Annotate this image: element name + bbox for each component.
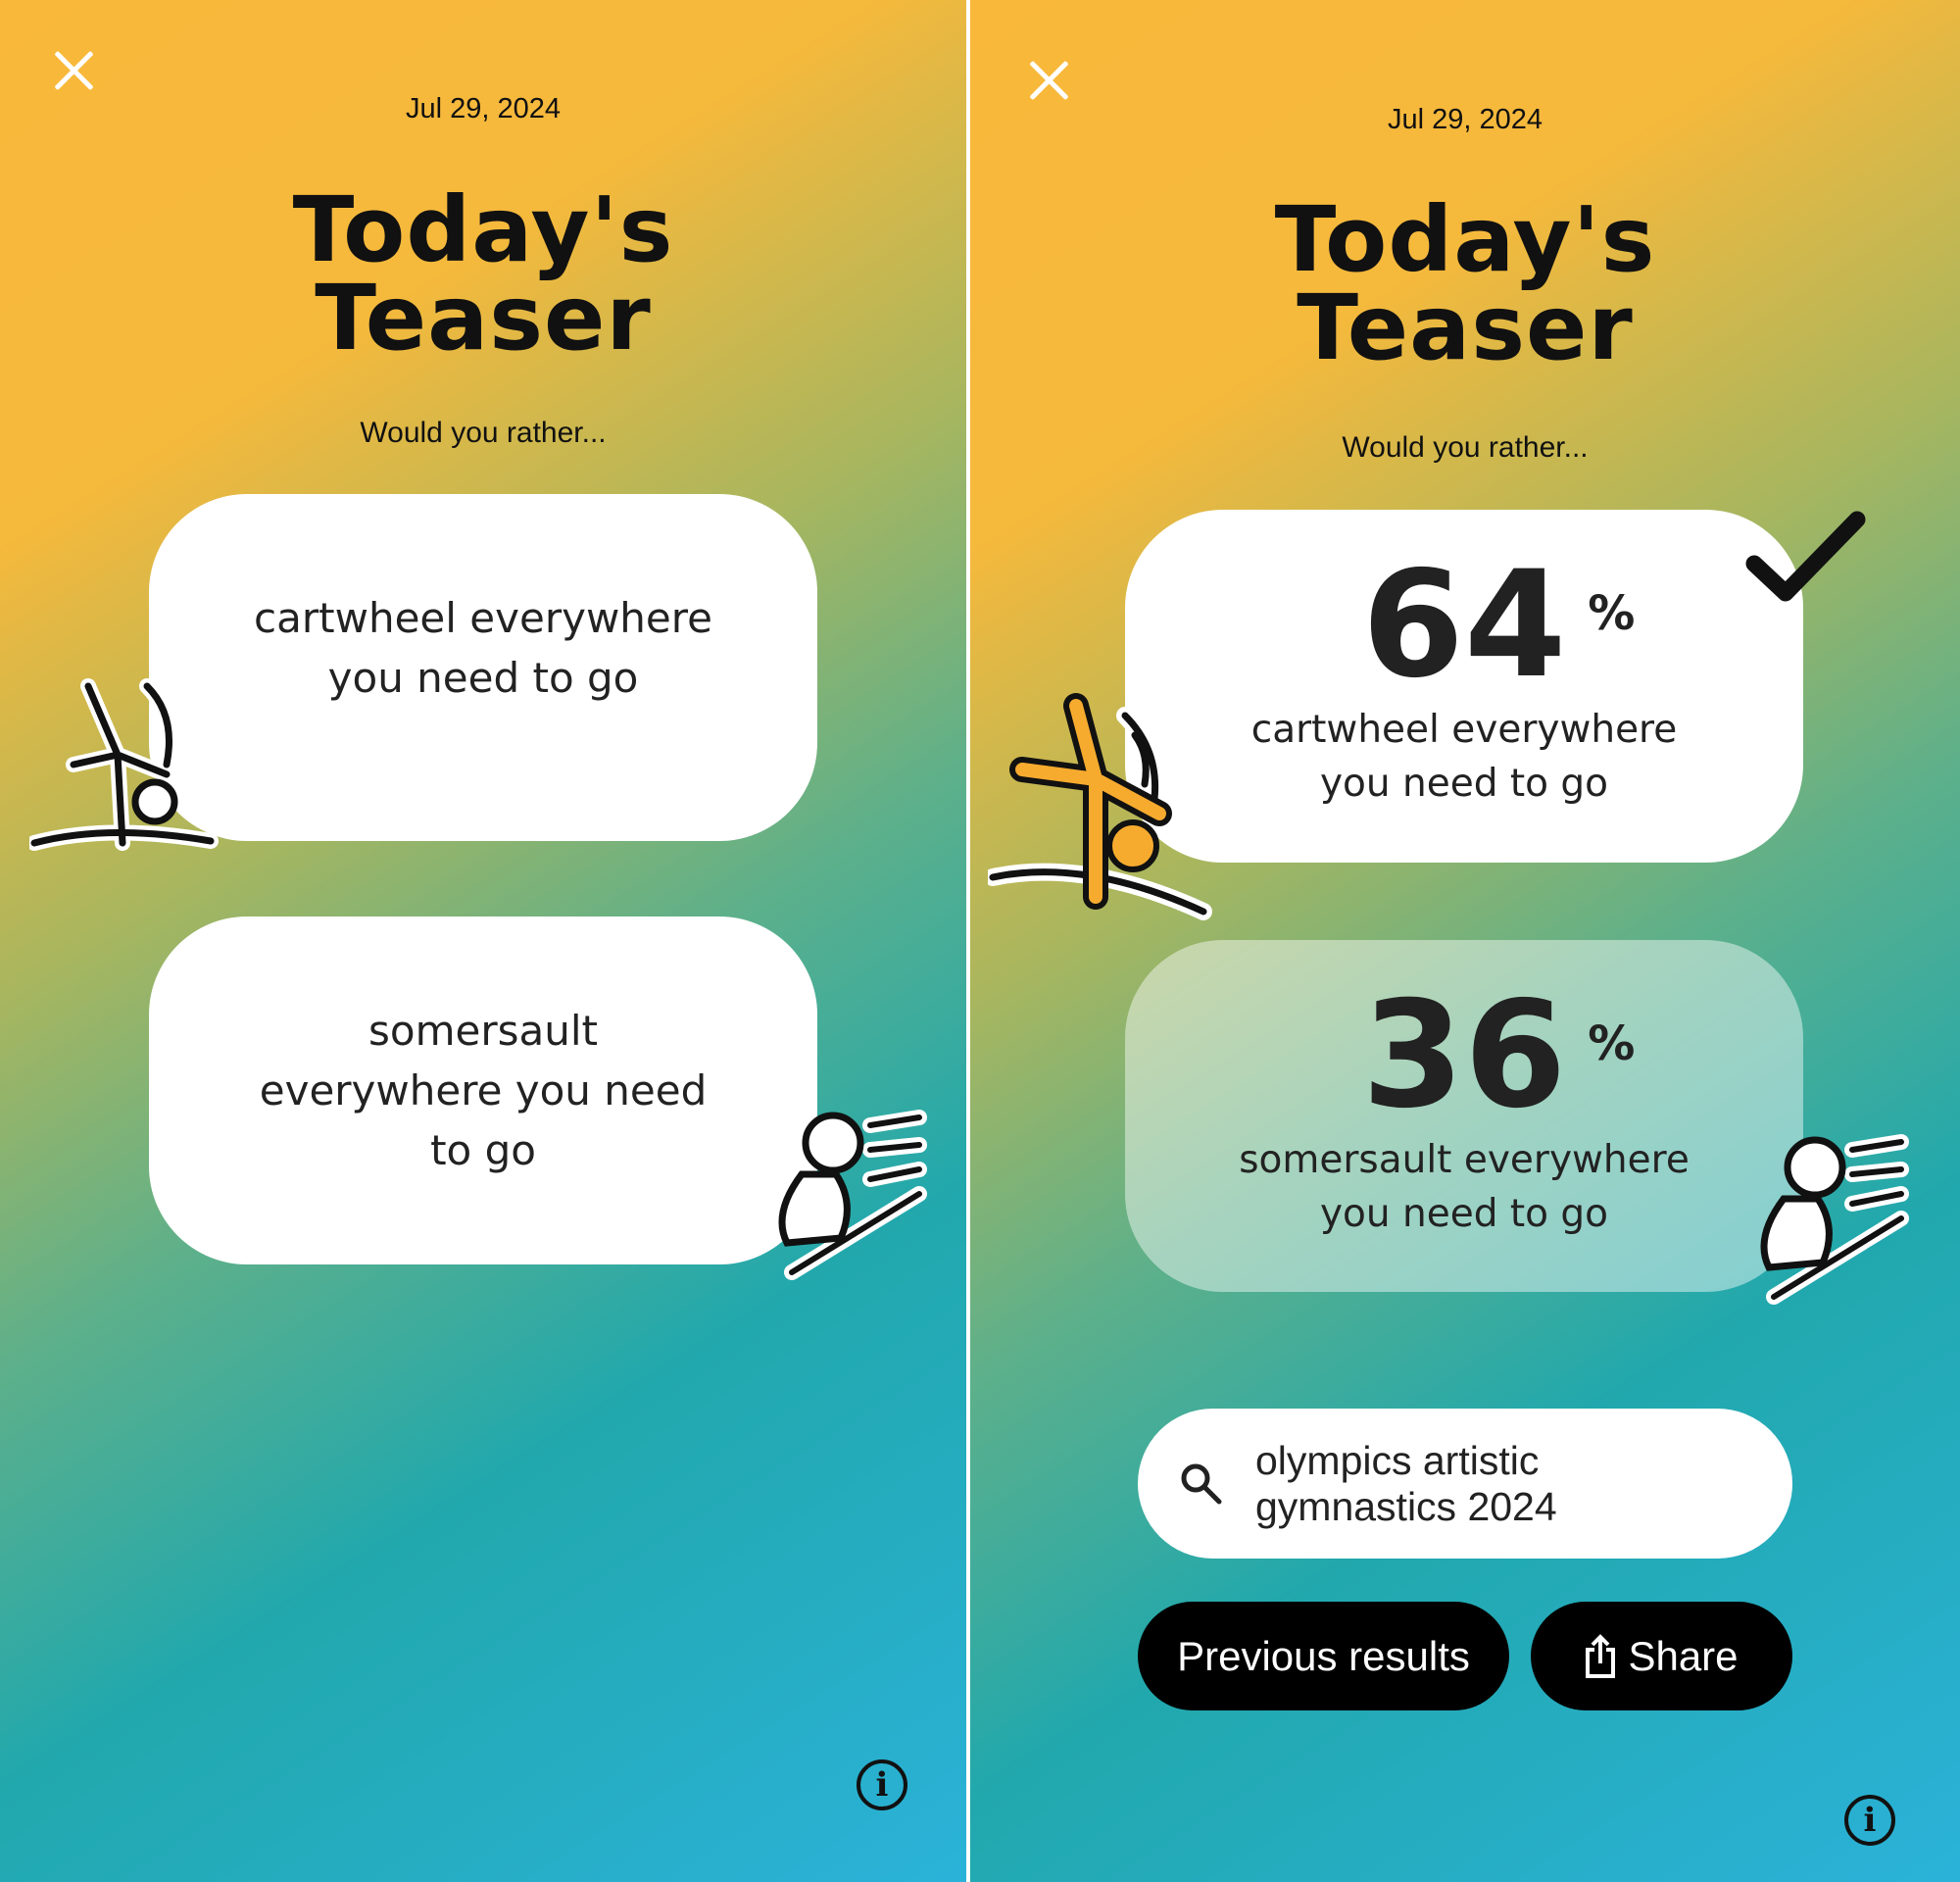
subtitle: Would you rather...: [360, 417, 607, 449]
info-icon[interactable]: i: [857, 1759, 907, 1810]
option-text: cartwheel everywhere: [254, 594, 712, 642]
search-suggestion-chip[interactable]: olympics artistic gymnastics 2024: [1138, 1409, 1792, 1559]
option-text: to go: [430, 1126, 536, 1174]
subtitle: Would you rather...: [1342, 431, 1589, 464]
info-icon[interactable]: i: [1844, 1795, 1895, 1846]
page-title: Today's Teaser: [292, 177, 674, 371]
date: Jul 29, 2024: [1387, 104, 1543, 135]
search-query: olympics artistic gymnastics 2024: [1255, 1437, 1557, 1529]
percent-value: 64%: [1361, 540, 1636, 711]
result-somersault: 36% somersault everywhere you need to go: [1125, 940, 1803, 1292]
previous-results-button[interactable]: Previous results: [1138, 1602, 1509, 1710]
option-text: somersault: [368, 1007, 598, 1055]
option-text: cartwheel everywhere: [1250, 708, 1678, 752]
close-icon[interactable]: [1027, 59, 1070, 102]
somersault-figure-icon: [778, 1110, 927, 1280]
option-somersault-button[interactable]: somersault everywhere you need to go: [149, 916, 817, 1264]
teaser-results-screen: Jul 29, 2024 Today's Teaser Would you rat…: [970, 0, 1960, 1882]
teaser-question-screen: Jul 29, 2024 Today's Teaser Would you rat…: [0, 0, 966, 1882]
search-icon: [1181, 1463, 1222, 1504]
result-cartwheel: 64% cartwheel everywhere you need to go: [1125, 510, 1803, 863]
button-label: Previous results: [1177, 1632, 1470, 1679]
option-text: you need to go: [327, 654, 639, 702]
date: Jul 29, 2024: [405, 93, 561, 124]
share-icon: [1586, 1633, 1616, 1678]
close-icon[interactable]: [52, 49, 95, 92]
option-text: everywhere you need: [259, 1066, 708, 1114]
option-text: somersault everywhere: [1239, 1137, 1690, 1182]
percent-value: 36%: [1361, 969, 1636, 1141]
somersault-figure-icon: [1760, 1134, 1909, 1305]
page-title: Today's Teaser: [1274, 187, 1656, 380]
cartwheel-figure-icon: [988, 693, 1212, 920]
option-text: you need to go: [1319, 1191, 1609, 1236]
cartwheel-figure-icon: [29, 678, 219, 851]
option-cartwheel-button[interactable]: cartwheel everywhere you need to go: [149, 494, 817, 841]
checkmark-icon: [1745, 511, 1866, 602]
button-label: Share: [1628, 1632, 1739, 1679]
share-button[interactable]: Share: [1531, 1602, 1792, 1710]
option-text: you need to go: [1319, 762, 1609, 806]
